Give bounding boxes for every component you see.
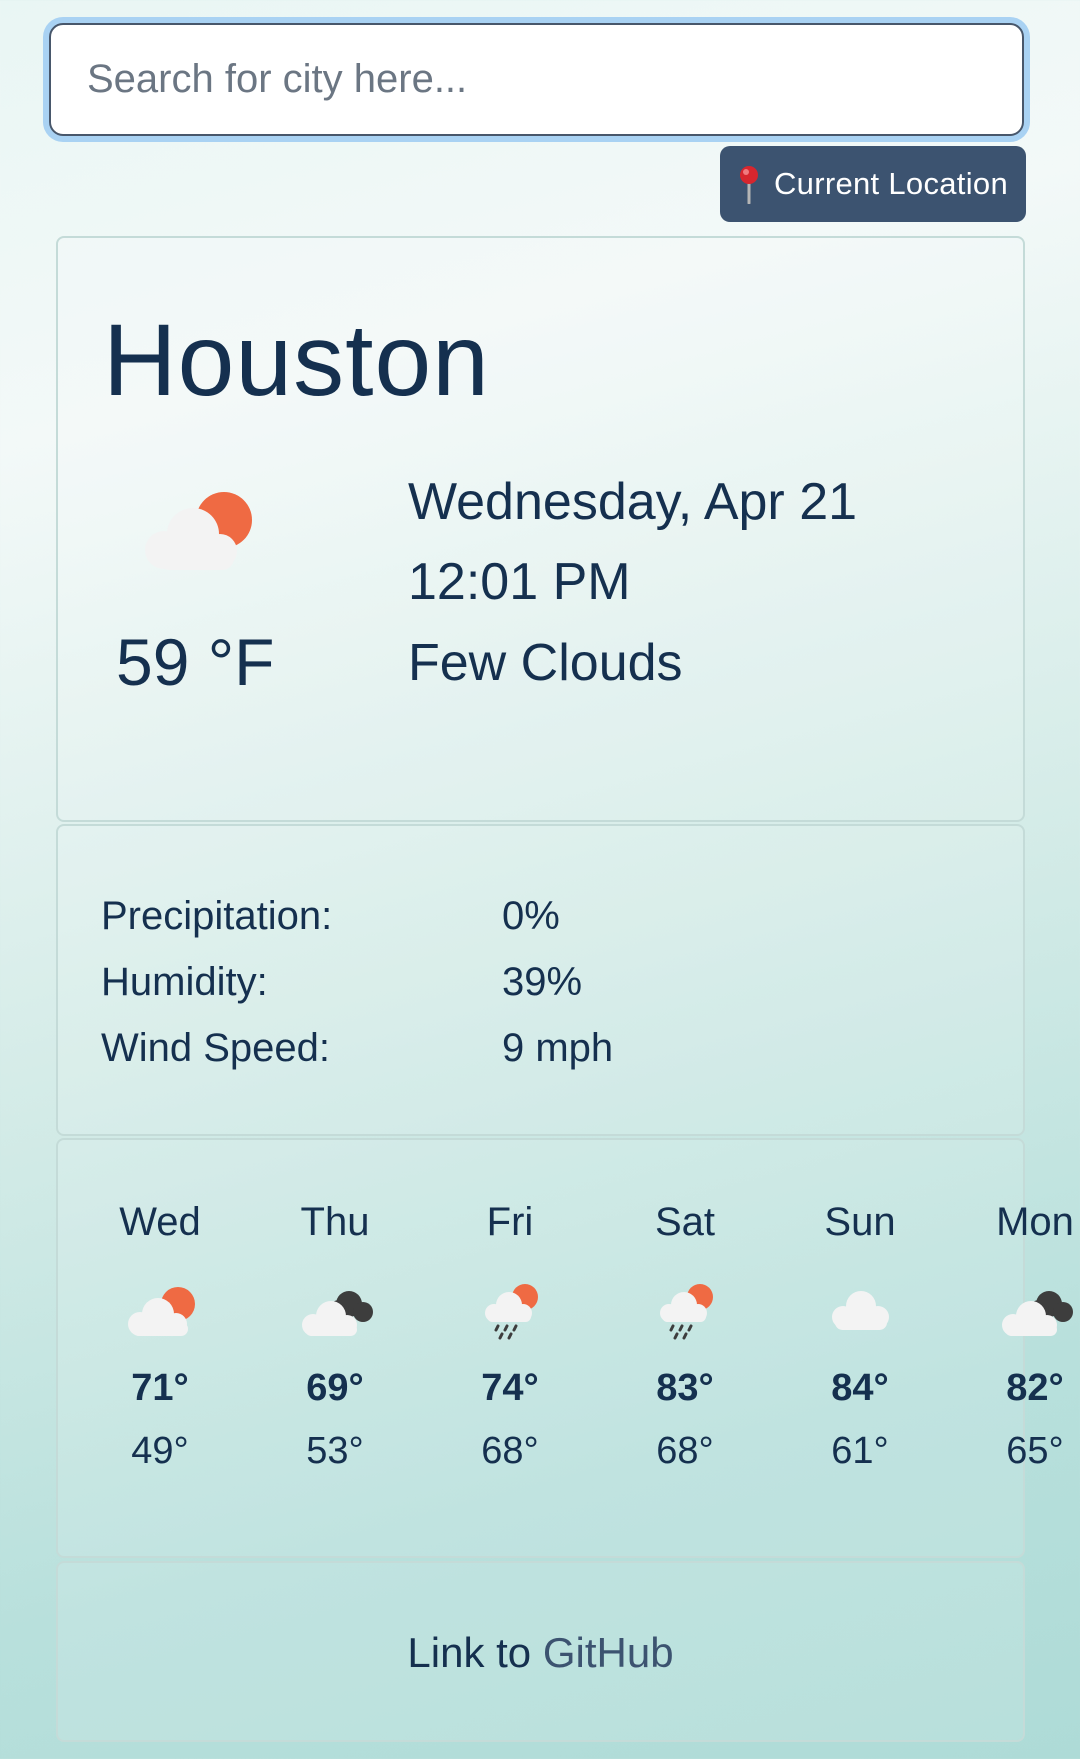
forecast-day: Sat 83° 68° [605, 1200, 765, 1473]
forecast-card: Wed 71° 49° Thu 69° 53° Fri 74° 68° Sat … [56, 1138, 1074, 1558]
current-weather-card: Houston 59 °F Wednesday, Apr 21 12:01 PM… [56, 236, 1025, 822]
forecast-low: 65° [1006, 1430, 1064, 1472]
wind-speed-row: Wind Speed: 9 mph [101, 1026, 613, 1071]
wind-speed-value: 9 mph [502, 1026, 614, 1070]
weather-condition: Few Clouds [408, 634, 683, 692]
humidity-row: Humidity: 39% [101, 960, 582, 1005]
forecast-day: Wed 71° 49° [80, 1200, 240, 1473]
forecast-low: 53° [306, 1430, 364, 1472]
forecast-low: 68° [481, 1430, 539, 1472]
precipitation-label: Precipitation: [101, 894, 333, 938]
few-clouds-icon [145, 492, 252, 570]
precipitation-value: 0% [502, 894, 560, 938]
search-input[interactable] [51, 25, 1022, 134]
forecast-day-name: Mon [996, 1200, 1074, 1244]
footer-card: Link to GitHub [56, 1561, 1025, 1742]
forecast-high: 74° [481, 1367, 539, 1409]
forecast-high: 71° [131, 1367, 189, 1409]
current-time: 12:01 PM [408, 553, 631, 611]
search-box [49, 23, 1024, 136]
forecast-low: 61° [831, 1430, 889, 1472]
forecast-day-name: Sat [654, 1200, 716, 1244]
forecast-day-name: Fri [486, 1200, 534, 1244]
github-link[interactable]: GitHub [543, 1629, 674, 1676]
humidity-value: 39% [502, 960, 583, 1004]
forecast-low: 49° [131, 1430, 189, 1472]
footer-text: Link to GitHub [58, 1629, 1023, 1677]
forecast-high: 84° [831, 1367, 889, 1409]
city-name: Houston [103, 303, 490, 417]
humidity-label: Humidity: [101, 960, 268, 1004]
wind-speed-label: Wind Speed: [101, 1026, 331, 1070]
broken-clouds-icon [302, 1291, 373, 1336]
forecast-high: 82° [1006, 1367, 1064, 1409]
forecast-day: Thu 69° 53° [255, 1200, 415, 1473]
rain-sun-icon [660, 1284, 713, 1340]
forecast-day: Fri 74° 68° [430, 1200, 590, 1473]
current-location-label: Current Location [774, 166, 1008, 201]
forecast-high: 69° [306, 1367, 364, 1409]
forecast-high: 83° [656, 1367, 714, 1409]
precipitation-row: Precipitation: 0% [101, 894, 560, 939]
forecast-day: Mon 82° 65° [955, 1200, 1080, 1473]
forecast-day-name: Thu [300, 1200, 370, 1244]
forecast-day-name: Wed [119, 1200, 201, 1244]
forecast-day: Sun 84° 61° [780, 1200, 940, 1473]
map-pin-icon [740, 166, 758, 204]
rain-sun-icon [485, 1284, 538, 1340]
few-clouds-icon [128, 1287, 195, 1336]
cloud-icon [832, 1291, 889, 1330]
broken-clouds-icon [1002, 1291, 1073, 1336]
forecast-day-name: Sun [824, 1200, 896, 1244]
weather-details-card: Precipitation: 0% Humidity: 39% Wind Spe… [56, 824, 1025, 1136]
footer-label: Link to [407, 1629, 532, 1676]
current-location-button[interactable]: Current Location [720, 146, 1026, 222]
forecast-low: 68° [656, 1430, 714, 1472]
current-date: Wednesday, Apr 21 [408, 473, 858, 531]
current-temperature: 59 °F [116, 625, 275, 699]
